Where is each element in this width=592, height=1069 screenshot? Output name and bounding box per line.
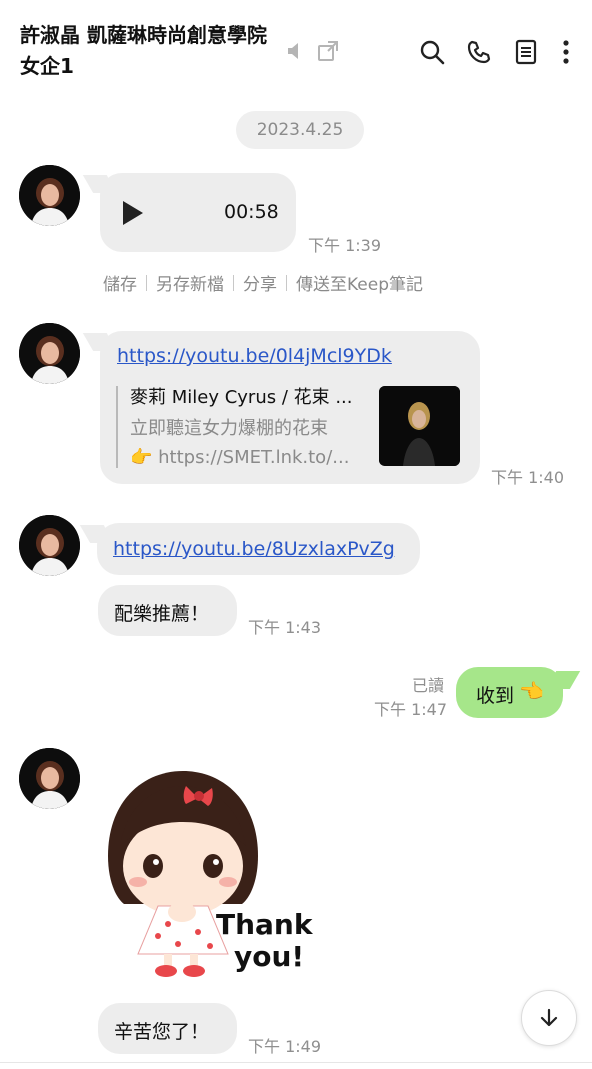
link-url[interactable]: https://youtu.be/0l4jMcl9YDk: [117, 345, 392, 367]
message-text: 辛苦您了！: [114, 1021, 210, 1043]
pointing-hand-icon: 👈: [519, 679, 544, 703]
divider: [0, 1062, 592, 1063]
message-time: 下午 1:39: [308, 236, 382, 255]
link-url[interactable]: https://youtu.be/8UzxlaxPvZg: [113, 538, 395, 560]
text-message-bubble[interactable]: 辛苦您了！: [98, 1003, 237, 1054]
avatar[interactable]: [19, 323, 80, 384]
thank-you-sticker[interactable]: Thank you!: [98, 766, 318, 986]
notes-icon[interactable]: [512, 38, 540, 66]
voice-message-bubble[interactable]: 00:58: [100, 173, 296, 252]
text-message-bubble[interactable]: 配樂推薦！: [98, 585, 237, 636]
message-time: 下午 1:47: [374, 700, 448, 719]
message-time: 下午 1:49: [248, 1037, 322, 1056]
sticker-text: Thank: [216, 908, 313, 941]
share-button[interactable]: 分享: [243, 270, 277, 295]
message-text: 配樂推薦！: [114, 603, 210, 625]
message-text: 收到: [476, 685, 515, 707]
divider: [286, 274, 287, 291]
play-icon[interactable]: [122, 200, 144, 230]
avatar[interactable]: [19, 748, 80, 809]
mute-icon: [285, 40, 307, 62]
video-thumbnail[interactable]: [379, 386, 460, 466]
chat-title[interactable]: 許淑晶 凱薩琳時尚創意學院 女企1: [20, 20, 282, 82]
preview-description: 立即聽這女力爆棚的花束: [130, 418, 328, 439]
divider: [233, 274, 234, 291]
preview-title: 麥莉 Miley Cyrus / 花束 ...: [130, 387, 353, 408]
avatar[interactable]: [19, 515, 80, 576]
voice-actions: 儲存 另存新檔 分享 傳送至Keep筆記: [103, 270, 423, 295]
preview-description: 👉 https://SMET.lnk.to/...: [130, 447, 350, 468]
chat-header: 許淑晶 凱薩琳時尚創意學院 女企1: [0, 0, 592, 100]
message-time: 下午 1:43: [248, 618, 322, 637]
link-message-bubble[interactable]: https://youtu.be/8UzxlaxPvZg: [97, 523, 420, 575]
avatar[interactable]: [19, 165, 80, 226]
divider: [146, 274, 147, 291]
external-link-icon[interactable]: [316, 39, 340, 63]
arrow-down-icon: [540, 1008, 558, 1027]
date-divider: 2023.4.25: [236, 111, 364, 149]
send-to-keep-button[interactable]: 傳送至Keep筆記: [296, 270, 423, 295]
scroll-to-bottom-button[interactable]: [521, 990, 577, 1046]
message-time: 下午 1:40: [491, 468, 565, 487]
sticker-text: you!: [234, 940, 305, 973]
outgoing-message-bubble[interactable]: 收到 👈: [456, 667, 563, 718]
phone-icon[interactable]: [465, 38, 493, 66]
save-as-button[interactable]: 另存新檔: [156, 270, 224, 295]
more-icon[interactable]: [554, 38, 578, 66]
voice-duration: 00:58: [224, 201, 279, 223]
search-icon[interactable]: [418, 38, 446, 66]
save-button[interactable]: 儲存: [103, 270, 137, 295]
read-receipt: 已讀: [412, 676, 445, 695]
link-preview-card[interactable]: 麥莉 Miley Cyrus / 花束 ... 立即聽這女力爆棚的花束 👉 ht…: [116, 386, 378, 468]
